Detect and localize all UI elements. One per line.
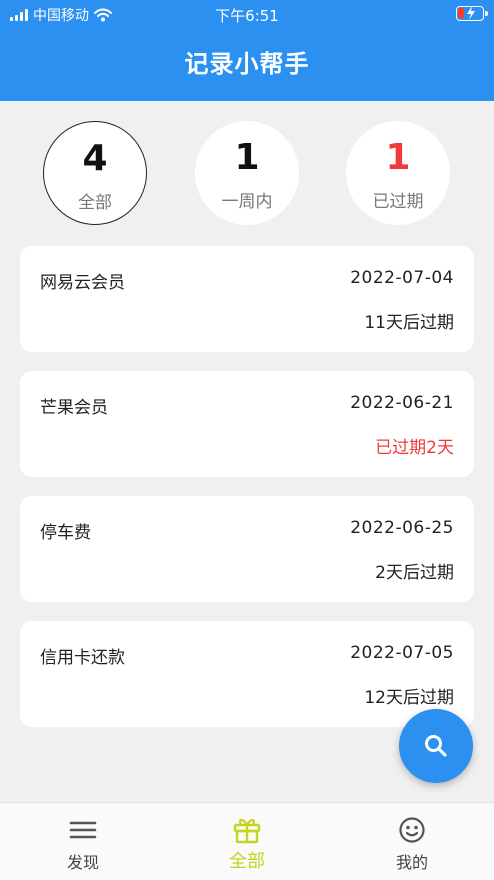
record-card[interactable]: 停车费 2022-06-25 2天后过期: [20, 496, 474, 602]
record-card[interactable]: 网易云会员 2022-07-04 11天后过期: [20, 246, 474, 352]
stat-week-label: 一周内: [221, 192, 273, 212]
tab-discover-label: 发现: [66, 853, 99, 872]
record-status: 2天后过期: [375, 563, 454, 583]
record-name: 网易云会员: [40, 273, 125, 293]
tab-bar: 发现 全部 我的: [0, 802, 494, 880]
page-title: 记录小帮手: [184, 50, 310, 78]
stat-expired-count: 1: [385, 137, 411, 178]
tab-all[interactable]: 全部: [187, 803, 307, 880]
record-date: 2022-07-05: [350, 643, 454, 663]
stat-all[interactable]: 4 全部: [43, 121, 147, 225]
tab-discover[interactable]: 发现: [23, 803, 143, 880]
record-date: 2022-07-04: [350, 268, 454, 288]
menu-icon: [69, 821, 97, 839]
stat-expired-label: 已过期: [372, 192, 424, 212]
search-icon: [425, 735, 447, 757]
tab-all-label: 全部: [229, 851, 265, 872]
record-date: 2022-06-25: [350, 518, 454, 538]
smiley-icon: [399, 817, 425, 843]
search-button[interactable]: [399, 709, 473, 783]
record-status: 已过期2天: [375, 438, 454, 458]
stat-all-count: 4: [82, 138, 108, 179]
record-card[interactable]: 信用卡还款 2022-07-05 12天后过期: [20, 621, 474, 727]
tab-mine-label: 我的: [395, 853, 428, 872]
status-time: 下午6:51: [215, 7, 279, 25]
gift-icon: [233, 818, 261, 844]
record-date: 2022-06-21: [350, 393, 454, 413]
record-status: 12天后过期: [364, 688, 454, 708]
stat-expired[interactable]: 1 已过期: [346, 121, 450, 225]
stat-all-label: 全部: [78, 193, 112, 213]
record-card[interactable]: 芒果会员 2022-06-21 已过期2天: [20, 371, 474, 477]
record-name: 芒果会员: [40, 398, 108, 418]
app-header: 中国移动 下午6:51 记录小帮手: [0, 0, 494, 101]
record-name: 停车费: [40, 523, 91, 543]
record-status: 11天后过期: [364, 313, 454, 333]
tab-mine[interactable]: 我的: [352, 803, 472, 880]
stat-week-count: 1: [234, 137, 260, 178]
status-bar: 中国移动 下午6:51: [0, 0, 494, 28]
record-name: 信用卡还款: [40, 648, 125, 668]
stat-week[interactable]: 1 一周内: [195, 121, 299, 225]
battery-icon: [456, 6, 488, 21]
